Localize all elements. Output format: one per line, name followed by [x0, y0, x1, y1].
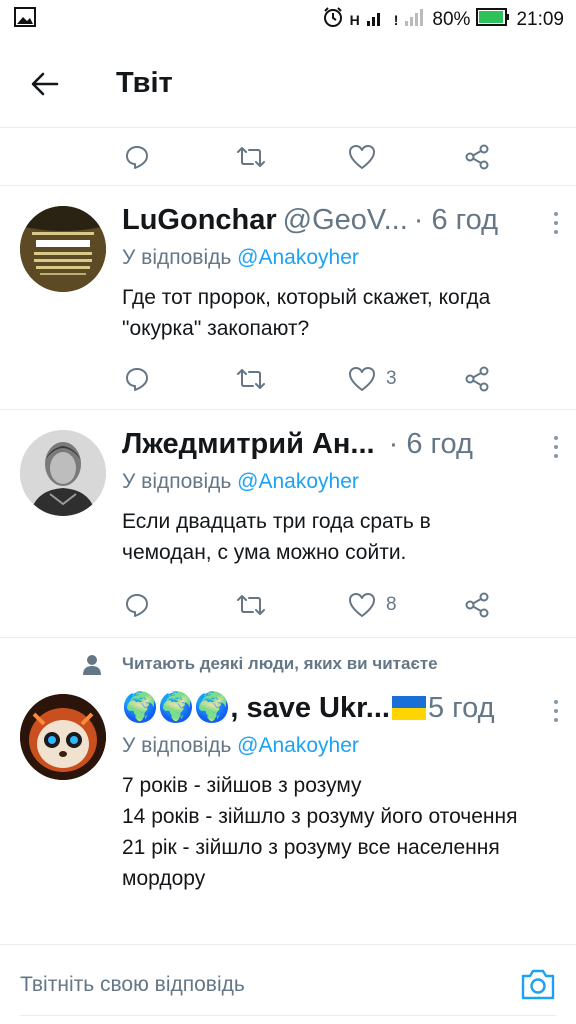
more-options-button[interactable] [546, 432, 566, 462]
avatar[interactable] [20, 430, 106, 516]
network-type: H [349, 12, 360, 28]
arrow-left-icon [31, 72, 59, 95]
mention-link[interactable]: @Anakoyher [237, 246, 359, 269]
reply-tweet[interactable]: 🌍🌍🌍, save Ukr... 5 год У відповідь @Anak… [0, 686, 576, 944]
social-context: Читають деякі люди, яких ви читаєте [0, 640, 576, 686]
share-button[interactable] [464, 144, 490, 170]
social-context-text: Читають деякі люди, яких ви читаєте [122, 654, 438, 673]
more-options-button[interactable] [546, 696, 566, 726]
main-tweet-actions [0, 128, 576, 186]
reply-context: У відповідь @Anakoyher [122, 470, 556, 498]
battery-icon [476, 8, 510, 32]
reply-button[interactable] [124, 144, 236, 170]
heart-icon [349, 367, 375, 391]
tweet-text: Если двадцать три года срать в чемодан, … [122, 510, 431, 564]
tweet-text-line: 21 рік - зійшло з розуму все населення м… [122, 836, 500, 890]
alarm-icon [322, 6, 344, 34]
share-button[interactable] [464, 366, 490, 392]
like-button[interactable] [348, 144, 464, 170]
like-button[interactable]: 3 [348, 366, 464, 392]
reply-composer [0, 944, 576, 1024]
retweet-button[interactable] [236, 593, 348, 617]
author-handle[interactable]: @GeoV... [283, 204, 408, 237]
status-bar: H ! 80% 21:09 [0, 0, 576, 40]
reply-icon [126, 368, 148, 391]
share-icon [465, 592, 489, 618]
tweet-time: · 6 год [413, 203, 499, 236]
author-name[interactable]: LuGonchar [122, 204, 277, 237]
retweet-button[interactable] [236, 145, 348, 169]
reply-context: У відповідь @Anakoyher [122, 734, 556, 762]
heart-icon [349, 145, 375, 169]
tweet-time: · 6 год [388, 427, 473, 460]
retweet-button[interactable] [236, 367, 348, 391]
retweet-icon [237, 369, 265, 389]
reply-button[interactable] [124, 366, 236, 392]
tweet-text: Где тот пророк, который скажет, когда "о… [122, 286, 491, 340]
reply-prefix: У відповідь [122, 470, 232, 493]
mention-link[interactable]: @Anakoyher [237, 470, 359, 493]
tweet-text-line: 7 років - зійшов з розуму [122, 774, 362, 797]
mention-link[interactable]: @Anakoyher [237, 734, 359, 757]
share-icon [465, 366, 489, 392]
more-options-button[interactable] [546, 208, 566, 238]
page-title: Твіт [116, 67, 173, 99]
share-icon [465, 144, 489, 170]
heart-icon [349, 593, 375, 617]
person-icon [83, 655, 101, 675]
battery-percent: 80% [432, 9, 471, 30]
reply-button[interactable] [124, 592, 236, 618]
retweet-icon [237, 595, 265, 615]
like-button[interactable]: 8 [348, 592, 464, 618]
avatar[interactable] [20, 694, 106, 780]
back-button[interactable] [20, 59, 70, 109]
gallery-icon [14, 7, 36, 33]
like-count: 3 [386, 368, 397, 389]
reply-icon [126, 594, 148, 617]
like-count: 8 [386, 594, 397, 615]
signal-icon-2 [404, 7, 426, 33]
author-name[interactable]: 🌍🌍🌍, save Ukr... [122, 691, 390, 725]
reply-tweet[interactable]: Лжедмитрий Ан... · 6 год У відповідь @An… [0, 410, 576, 638]
tweet-text-line: 14 років - зійшло з розуму його оточення [122, 805, 518, 828]
signal-warning: ! [393, 12, 399, 28]
signal-icon [366, 7, 388, 33]
reply-prefix: У відповідь [122, 734, 232, 757]
clock: 21:09 [516, 9, 564, 30]
reply-icon [126, 146, 148, 169]
reply-tweet[interactable]: LuGonchar @GeoV... · 6 год У відповідь @… [0, 186, 576, 410]
tweet-text: 7 років - зійшов з розуму 14 років - зій… [122, 770, 522, 894]
camera-icon [521, 969, 555, 1000]
camera-button[interactable] [520, 967, 556, 1001]
author-name[interactable]: Лжедмитрий Ан... [122, 428, 375, 461]
reply-input[interactable] [20, 965, 490, 1005]
ukraine-flag [391, 696, 426, 720]
composer-underline [20, 1015, 556, 1016]
reply-prefix: У відповідь [122, 246, 232, 269]
reply-context: У відповідь @Anakoyher [122, 246, 556, 274]
retweet-icon [237, 147, 265, 167]
share-button[interactable] [464, 592, 490, 618]
app-header: Твіт [0, 40, 576, 128]
avatar[interactable] [20, 206, 106, 292]
tweet-time: 5 год [427, 691, 495, 724]
